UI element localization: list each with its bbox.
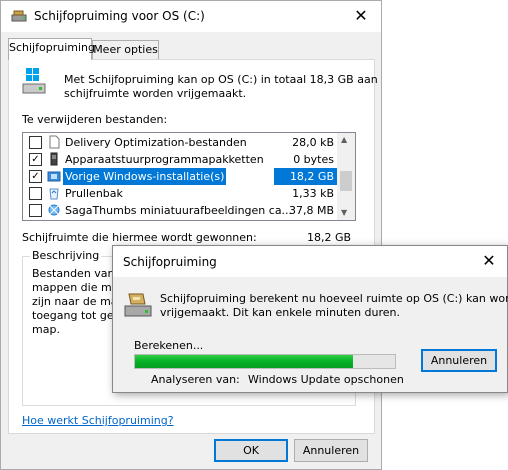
window-title: Schijfopruiming voor OS (C:) [34,9,205,23]
item-name: Delivery Optimization-bestanden [65,136,247,149]
item-size: 1,33 kB [292,187,334,200]
item-name: Apparaatstuurprogrammapakketten [65,153,264,166]
dialog-message-line2: vrijgemaakt. Dit kan enkele minuten dure… [160,306,401,319]
description-line: zijn naar de map [32,295,125,308]
item-name: SagaThumbs miniatuurafbeeldingen ca... [65,204,293,217]
item-size: 18,2 GB [274,168,338,185]
close-icon: ✕ [482,251,496,270]
item-size: 28,0 kB [292,136,334,149]
file-icon [49,135,60,149]
scroll-up-icon[interactable]: ▲ [341,135,347,144]
list-item[interactable]: SagaThumbs miniatuurafbeeldingen ca... 3… [23,202,338,219]
checkbox[interactable] [29,204,42,217]
disk-cleanup-icon [124,293,152,317]
ok-button[interactable]: OK [214,439,288,462]
scrollbar[interactable]: ▲ ▼ [337,133,355,220]
description-line: Bestanden van e [32,267,125,280]
files-list[interactable]: Delivery Optimization-bestanden 28,0 kB … [22,132,356,221]
item-name: Prullenbak [65,187,123,200]
drive-icon [22,68,46,94]
cancel-button[interactable]: Annuleren [294,439,368,462]
item-size: 37,8 MB [288,204,334,217]
ok-button-label: OK [243,444,259,457]
dialog-cancel-label: Annuleren [430,354,488,367]
dialog-title-bar[interactable]: Schijfopruiming ✕ [113,246,507,277]
dialog-title: Schijfopruiming [123,255,217,269]
list-item[interactable]: Prullenbak 1,33 kB [23,185,338,202]
tab-label: Meer opties [93,43,158,56]
progress-bar [134,354,396,369]
item-name: Vorige Windows-installatie(s) [63,168,227,185]
checkbox[interactable] [29,187,42,200]
dialog-close-button[interactable]: ✕ [469,246,508,276]
thumbnail-icon [48,204,60,216]
cancel-button-label: Annuleren [302,444,360,457]
item-size: 0 bytes [293,153,334,166]
list-item[interactable]: ✓ Apparaatstuurprogrammapakketten 0 byte… [23,151,338,168]
space-gained-value: 18,2 GB [307,231,352,244]
scrollbar-thumb[interactable] [340,171,352,191]
description-group-title: Beschrijving [30,249,102,262]
progress-dialog: Schijfopruiming ✕ Schijfopruiming bereke… [112,245,508,393]
disk-cleanup-icon [11,10,27,22]
space-gained-label: Schijfruimte die hiermee wordt gewonnen: [22,231,257,244]
title-bar[interactable]: Schijfopruiming voor OS (C:) ✕ [1,1,381,32]
scroll-down-icon[interactable]: ▼ [341,208,347,217]
checkbox[interactable] [29,136,42,149]
progress-label: Berekenen... [134,339,204,352]
tab-label: Schijfopruiming [9,41,95,54]
list-item[interactable]: Delivery Optimization-bestanden 28,0 kB [23,134,338,151]
analyzing-label: Analyseren van: [151,373,240,386]
windows-setup-icon [47,171,61,182]
close-button[interactable]: ✕ [341,1,381,31]
tab-disk-cleanup[interactable]: Schijfopruiming [8,38,95,60]
checkbox[interactable]: ✓ [29,153,42,166]
progress-bar-fill [135,355,353,368]
tab-more-options[interactable]: Meer opties [92,40,159,60]
checkbox[interactable]: ✓ [29,170,42,183]
close-icon: ✕ [354,6,368,25]
help-link[interactable]: Hoe werkt Schijfopruiming? [22,414,174,427]
dialog-message-line1: Schijfopruiming berekent nu hoeveel ruim… [160,292,508,305]
analyzing-value: Windows Update opschonen [248,373,404,386]
device-icon [50,152,58,166]
recycle-bin-icon [49,188,59,200]
description-line: map. [32,323,60,336]
list-item[interactable]: ✓ Vorige Windows-installatie(s) 18,2 GB [23,168,338,185]
files-label: Te verwijderen bestanden: [22,113,167,126]
disk-cleanup-window: Schijfopruiming voor OS (C:) ✕ Schijfopr… [0,0,382,470]
intro-text-line2: schijfruimte worden vrijgemaakt. [64,87,247,100]
intro-text-line1: Met Schijfopruiming kan op OS (C:) in to… [64,73,378,86]
dialog-cancel-button[interactable]: Annuleren [421,349,497,372]
files-label-text: Te verwijderen bestanden: [22,113,168,126]
